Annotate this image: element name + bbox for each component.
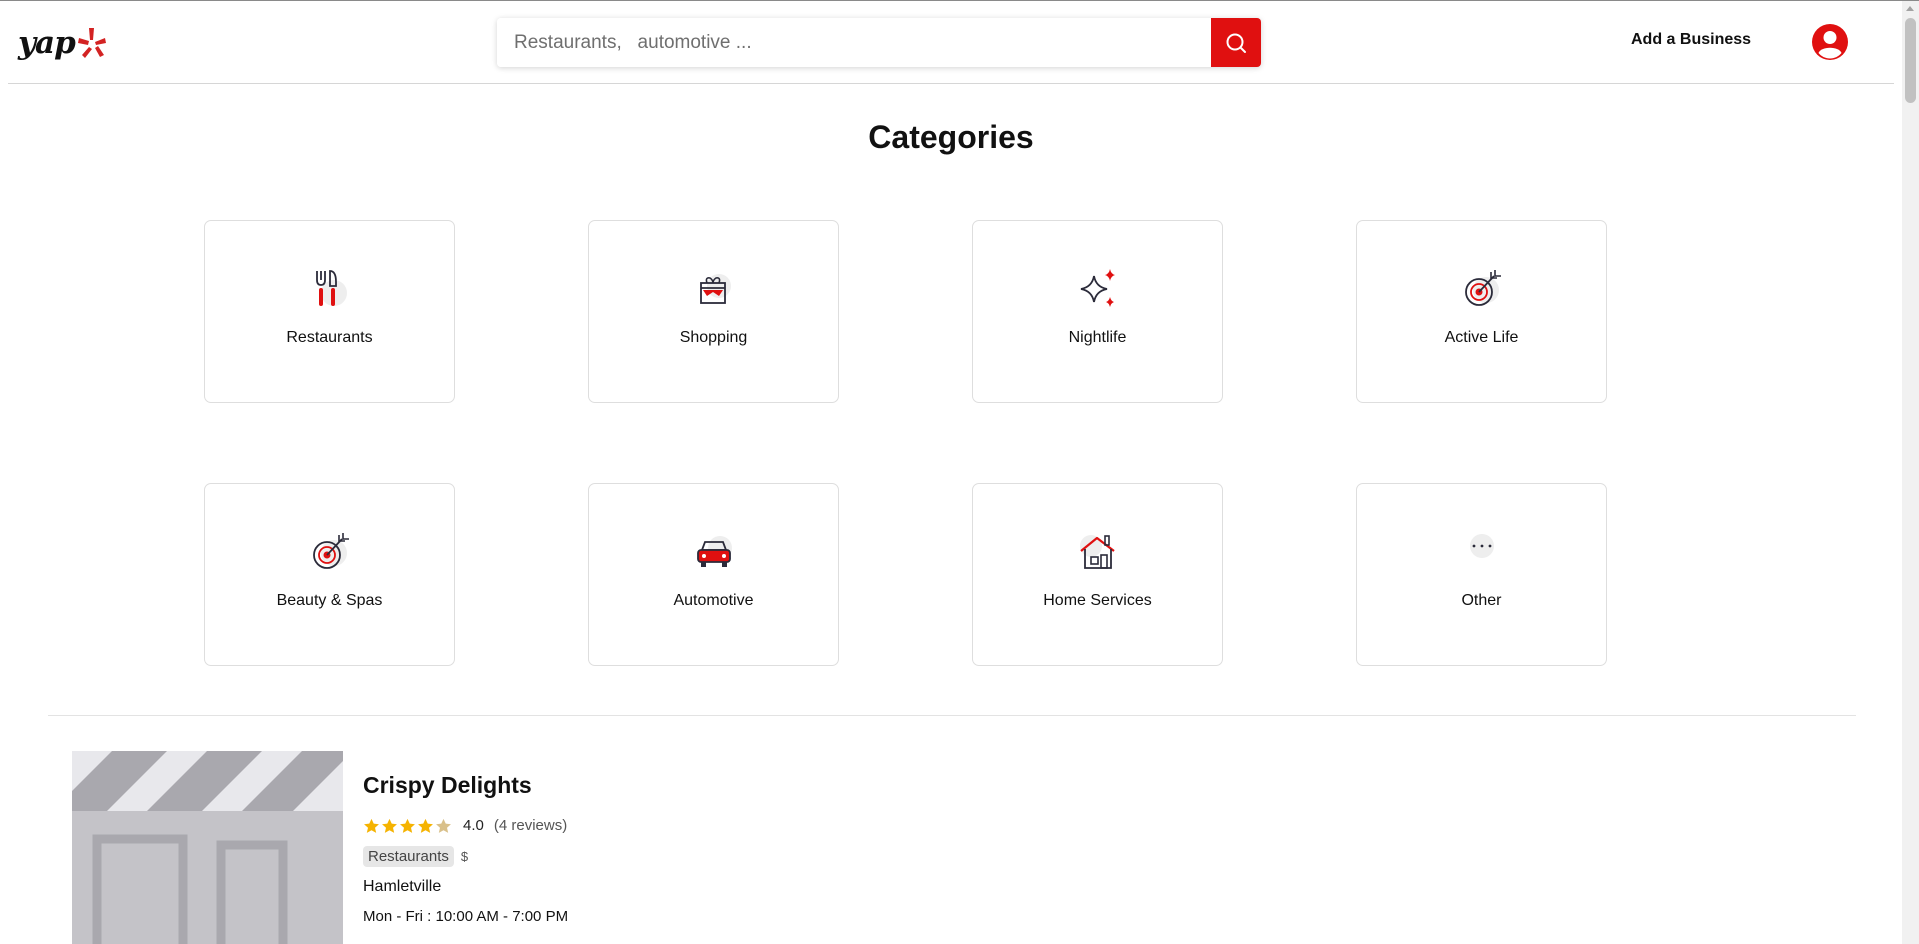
rating-value: 4.0 xyxy=(463,817,484,834)
business-hours: Mon - Fri : 10:00 AM - 7:00 PM xyxy=(363,908,569,925)
target-icon xyxy=(313,533,349,569)
business-photo-placeholder[interactable] xyxy=(72,751,343,944)
category-label: Other xyxy=(1461,592,1502,609)
scroll-up-arrow-icon[interactable] xyxy=(1906,6,1914,11)
star-icon xyxy=(436,818,451,833)
gift-icon xyxy=(700,274,731,304)
user-avatar-icon[interactable] xyxy=(1811,23,1849,61)
category-card-restaurants[interactable]: Restaurants xyxy=(204,220,455,403)
category-card-nightlife[interactable]: Nightlife xyxy=(972,220,1223,403)
business-tags: Restaurants $ xyxy=(363,846,468,867)
category-card-home-services[interactable]: Home Services xyxy=(972,483,1223,666)
search-icon xyxy=(1226,33,1246,53)
business-location: Hamletville xyxy=(363,878,442,895)
search-bar xyxy=(497,18,1261,67)
house-icon xyxy=(1080,535,1115,569)
scroll-thumb[interactable] xyxy=(1905,18,1916,103)
add-business-link[interactable]: Add a Business xyxy=(1631,31,1751,49)
star-rating xyxy=(363,818,452,834)
section-divider xyxy=(48,715,1856,716)
page-scrollbar[interactable] xyxy=(1902,1,1919,944)
category-card-beauty-spas[interactable]: Beauty & Spas xyxy=(204,483,455,666)
price-level: $ xyxy=(460,849,469,864)
star-icon xyxy=(418,818,433,833)
logo-burst-icon xyxy=(77,28,106,58)
rating-row: 4.0 (4 reviews) xyxy=(363,817,567,834)
category-label: Shopping xyxy=(679,329,748,346)
star-icon xyxy=(364,818,379,833)
category-label: Beauty & Spas xyxy=(276,592,383,609)
utensils-icon xyxy=(316,270,347,306)
category-card-active-life[interactable]: Active Life xyxy=(1356,220,1607,403)
category-tag[interactable]: Restaurants xyxy=(363,846,454,867)
category-label: Restaurants xyxy=(286,329,373,346)
review-count: (4 reviews) xyxy=(493,817,568,834)
target-icon xyxy=(1465,270,1501,306)
star-icon xyxy=(400,818,415,833)
category-label: Active Life xyxy=(1444,329,1519,346)
top-navbar: yap Add a Business xyxy=(8,1,1894,84)
car-icon xyxy=(697,536,732,567)
clapperboard-placeholder-image xyxy=(72,751,343,944)
search-button[interactable] xyxy=(1211,18,1261,67)
sparkles-icon xyxy=(1080,269,1115,307)
category-card-shopping[interactable]: Shopping xyxy=(588,220,839,403)
category-label: Automotive xyxy=(673,592,754,609)
category-label: Nightlife xyxy=(1068,329,1127,346)
category-card-other[interactable]: Other xyxy=(1356,483,1607,666)
yap-logo[interactable]: yap xyxy=(18,23,107,63)
category-label: Home Services xyxy=(1043,592,1152,609)
ellipsis-icon xyxy=(1470,534,1494,558)
search-input[interactable] xyxy=(497,18,1211,67)
business-name-link[interactable]: Crispy Delights xyxy=(363,772,532,799)
page-title: Categories xyxy=(868,119,1034,155)
star-icon xyxy=(382,818,397,833)
logo-text: yap xyxy=(18,25,76,61)
category-card-automotive[interactable]: Automotive xyxy=(588,483,839,666)
